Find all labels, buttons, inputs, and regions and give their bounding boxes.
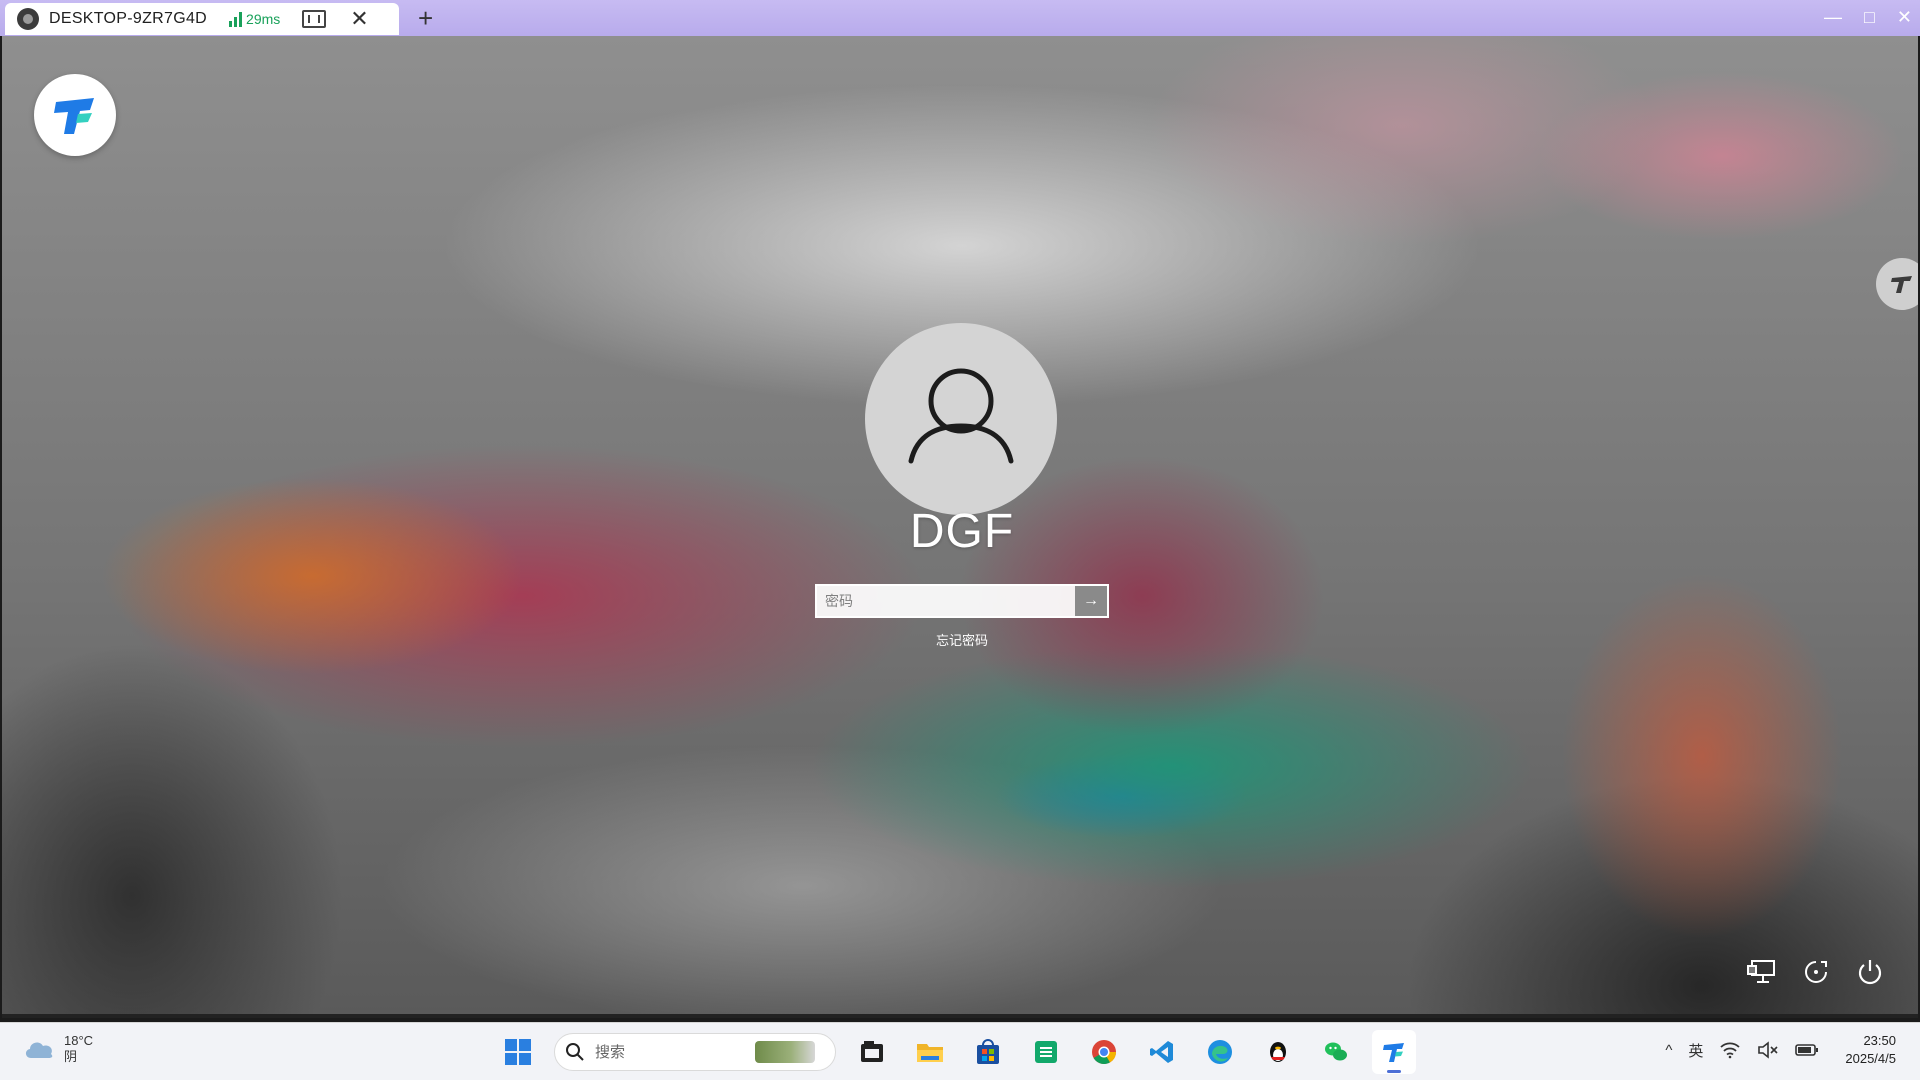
clock-date: 2025/4/5 [1845,1051,1896,1066]
taskbar-apps [496,1030,1416,1074]
user-icon [908,368,1014,464]
latency-value: 29ms [246,11,281,27]
taskbar-clock[interactable]: 23:50 2025/4/5 [1845,1032,1896,1068]
file-manager-icon [861,1041,883,1062]
search-highlight-image [755,1041,815,1063]
taskbar-chrome[interactable] [1082,1030,1126,1074]
remote-view-border [2,1014,1918,1018]
store-icon [977,1039,999,1064]
taskbar: 18°C 阴 搜索 ^ 英 23:50 2025/4/5 [0,1022,1920,1080]
cloud-icon [25,1042,53,1058]
power-icon [1858,960,1882,985]
taskbar-edge[interactable] [1198,1030,1242,1074]
password-box: → [815,584,1109,618]
username: DGF [909,505,1015,558]
latency-indicator: 29ms [229,11,280,27]
submit-arrow-button[interactable]: → [1075,586,1107,616]
wifi-icon[interactable] [1719,1041,1741,1059]
edge-icon [1208,1040,1232,1064]
client-title-bar: DESKTOP-9ZR7G4D 29ms ✕ + — □ ✕ [0,0,1920,36]
chrome-icon [1092,1040,1116,1065]
folder-icon [917,1044,943,1062]
battery-icon[interactable] [1795,1042,1819,1058]
ime-indicator[interactable]: 英 [1688,1040,1703,1061]
power-button[interactable] [1854,956,1886,988]
qq-penguin-icon [1270,1042,1286,1062]
close-window-button[interactable]: ✕ [1897,2,1912,32]
taskbar-search[interactable] [554,1033,836,1071]
taskbar-wechat[interactable] [1314,1030,1358,1074]
taskbar-vscode[interactable] [1140,1030,1184,1074]
new-tab-button[interactable]: + [418,4,433,32]
todesk-logo-icon [54,98,94,134]
weather-widget[interactable]: 18°C 阴 [22,1033,93,1065]
taskbar-sheets[interactable] [1024,1030,1068,1074]
vscode-icon [1150,1041,1173,1063]
network-icon [1747,960,1775,983]
taskbar-qq[interactable] [1256,1030,1300,1074]
minimize-button[interactable]: — [1824,2,1842,32]
windows-logo-icon [505,1039,531,1065]
floating-toolbar-handle[interactable] [1876,258,1918,310]
session-tab[interactable]: DESKTOP-9ZR7G4D 29ms ✕ [5,3,399,35]
taskbar-file-manager[interactable] [850,1030,894,1074]
taskbar-microsoft-store[interactable] [966,1030,1010,1074]
session-title: DESKTOP-9ZR7G4D [49,10,208,27]
accessibility-icon [1805,961,1827,983]
maximize-button[interactable]: □ [1864,2,1875,32]
close-tab-button[interactable]: ✕ [350,8,368,30]
search-icon [566,1043,584,1061]
user-avatar [865,323,1057,515]
taskbar-todesk[interactable] [1372,1030,1416,1074]
wechat-icon [1325,1042,1347,1061]
volume-muted-icon[interactable] [1757,1041,1779,1059]
signal-icon [229,11,243,27]
todesk-logo[interactable] [34,74,116,156]
taskbar-file-explorer[interactable] [908,1030,952,1074]
weather-condition: 阴 [64,1049,78,1064]
remote-os-icon [17,8,39,30]
toolbar-handle-icon [1891,276,1912,293]
spreadsheet-icon [1035,1041,1057,1063]
network-button[interactable] [1746,956,1778,988]
window-controls: — □ ✕ [1824,2,1912,32]
search-input[interactable] [595,1043,745,1061]
remote-desktop-view[interactable]: DGF → 忘记密码 [2,36,1918,1018]
lock-screen-tools [1746,956,1886,988]
display-settings-icon[interactable] [302,10,327,28]
system-tray: ^ 英 23:50 2025/4/5 [1665,1032,1896,1068]
start-button[interactable] [496,1030,540,1074]
tray-overflow-button[interactable]: ^ [1665,1042,1672,1059]
clock-time: 23:50 [1863,1033,1896,1048]
weather-temperature: 18°C [64,1033,94,1048]
todesk-icon [1383,1043,1404,1062]
forgot-password-link[interactable]: 忘记密码 [862,630,1062,649]
password-input[interactable] [817,586,1075,616]
accessibility-button[interactable] [1800,956,1832,988]
